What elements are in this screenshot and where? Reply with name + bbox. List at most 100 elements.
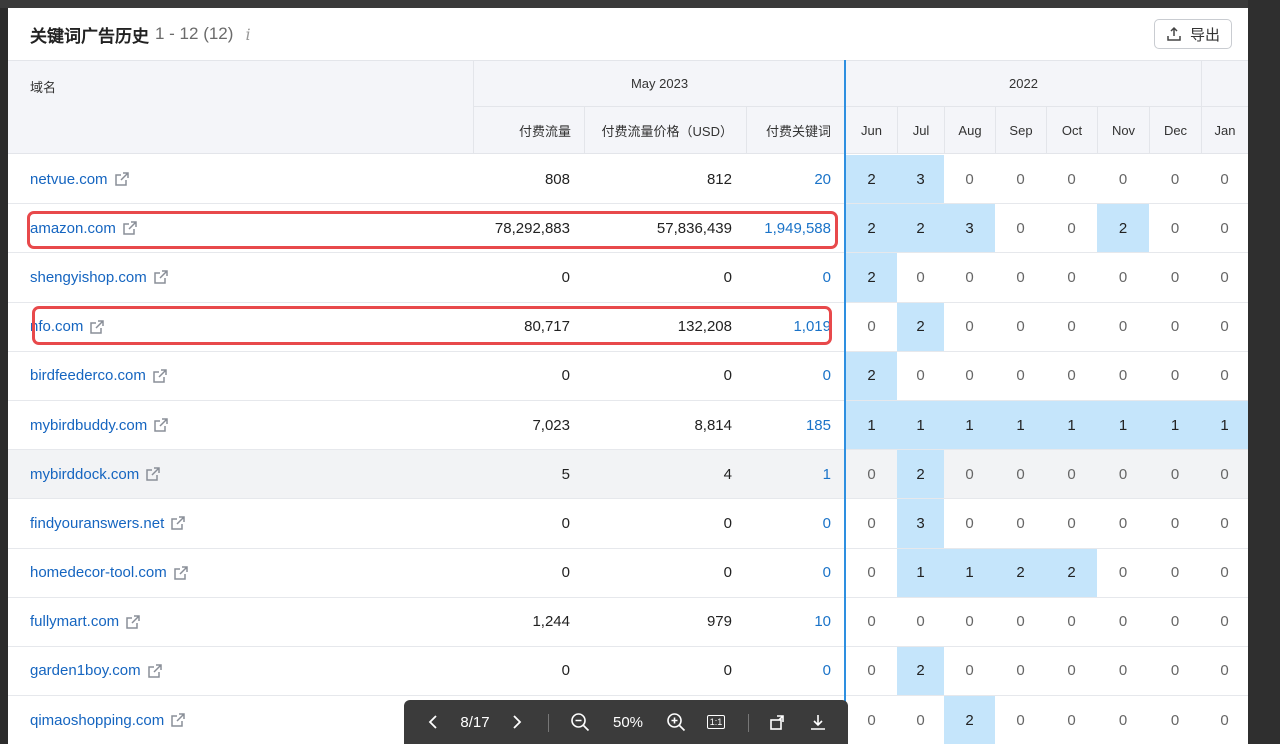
month-ad-count: 0: [1118, 367, 1128, 385]
table-header: 域名 May 2023 2022 付费流量 付费流量价格（USD） 付费关键词 …: [8, 60, 1248, 154]
col-month[interactable]: Oct: [1046, 107, 1097, 154]
paid-traffic-cost-value: 0: [723, 564, 732, 582]
domain-link[interactable]: fullymart.com: [30, 598, 141, 646]
month-ad-count: 2: [846, 253, 897, 302]
paid-keywords-link[interactable]: 20: [746, 155, 844, 203]
month-ad-count: 1: [846, 400, 897, 450]
paid-keywords-link[interactable]: 1,019: [746, 303, 844, 351]
external-link-icon[interactable]: [122, 220, 138, 236]
external-link-icon[interactable]: [173, 565, 189, 581]
col-month[interactable]: Dec: [1149, 107, 1201, 154]
paid-traffic-value: 5: [561, 465, 570, 483]
download-button[interactable]: [806, 700, 830, 744]
external-link-icon[interactable]: [89, 319, 105, 335]
domain-link[interactable]: shengyishop.com: [30, 253, 169, 301]
paid-keywords-link[interactable]: 0: [746, 253, 844, 301]
paid-keywords-link[interactable]: 10: [746, 598, 844, 646]
group-header-next: [1202, 61, 1248, 107]
paid-keywords-link[interactable]: 185: [746, 401, 844, 449]
info-icon[interactable]: i: [245, 25, 250, 44]
month-ad-count: 0: [1170, 318, 1180, 336]
month-ad-count: 0: [867, 662, 876, 680]
domain-link[interactable]: garden1boy.com: [30, 647, 163, 695]
background-app-strip: [0, 0, 1280, 8]
zoom-out-button[interactable]: [568, 700, 592, 744]
upload-icon: [1167, 26, 1181, 41]
external-link-icon[interactable]: [152, 368, 168, 384]
month-ad-count: 0: [1067, 613, 1076, 631]
col-month[interactable]: Jun: [846, 107, 897, 154]
paid-keywords-link[interactable]: 1,949,588: [746, 204, 844, 252]
month-ad-count: 0: [867, 514, 876, 532]
external-link-icon[interactable]: [170, 712, 186, 728]
table-row[interactable]: garden1boy.com 0 0 0 0 2 0 0 0 0 0 0: [8, 646, 1248, 697]
paid-keywords-link[interactable]: 0: [746, 549, 844, 597]
month-ad-count: 0: [1067, 268, 1076, 286]
domain-link[interactable]: nfo.com: [30, 303, 105, 351]
external-link-icon[interactable]: [153, 417, 169, 433]
domain-link[interactable]: qimaoshopping.com: [30, 696, 186, 744]
table-row[interactable]: nfo.com 80,717 132,208 1,019 0 2 0 0 0 0 0 0: [8, 302, 1248, 352]
table-row[interactable]: amazon.com 78,292,883 57,836,439 1,949,588 2…: [8, 204, 1248, 254]
domain-link[interactable]: mybirddock.com: [30, 450, 161, 498]
col-paid-traffic-cost[interactable]: 付费流量价格（USD）: [584, 107, 746, 154]
month-ad-count: 2: [1046, 548, 1097, 597]
col-domain[interactable]: 域名: [30, 77, 56, 96]
domain-link[interactable]: homedecor-tool.com: [30, 549, 189, 597]
domain-link[interactable]: birdfeederco.com: [30, 352, 168, 400]
month-ad-count: 0: [1067, 318, 1076, 336]
col-month[interactable]: Jul: [897, 107, 944, 154]
col-paid-keywords[interactable]: 付费关键词: [746, 107, 844, 154]
paid-traffic-cost-value: 812: [706, 170, 732, 188]
external-link-icon[interactable]: [125, 614, 141, 630]
external-link-icon[interactable]: [147, 663, 163, 679]
next-page-button[interactable]: [506, 700, 528, 744]
external-link-icon[interactable]: [114, 171, 130, 187]
toolbar-separator: [548, 714, 549, 732]
external-link-icon[interactable]: [145, 466, 161, 482]
domain-link[interactable]: netvue.com: [30, 155, 130, 203]
table-row[interactable]: mybirddock.com 5 4 1 0 2 0 0 0 0 0 0: [8, 450, 1248, 500]
month-ad-count: 2: [1097, 204, 1149, 253]
domain-link[interactable]: amazon.com: [30, 204, 138, 252]
zoom-in-button[interactable]: [664, 700, 688, 744]
paid-keywords-link[interactable]: 1: [746, 450, 844, 498]
domain-link[interactable]: mybirdbuddy.com: [30, 401, 169, 449]
month-ad-count: 0: [1016, 367, 1025, 385]
table-row[interactable]: shengyishop.com 0 0 0 2 0 0 0 0 0 0 0: [8, 253, 1248, 303]
month-ad-count: 0: [1118, 268, 1128, 286]
month-ad-count: 0: [1067, 367, 1076, 385]
actual-size-button[interactable]: 1:1: [704, 700, 728, 744]
table-row[interactable]: fullymart.com 1,244 979 10 0 0 0 0 0 0 0 0: [8, 598, 1248, 647]
month-ad-count: 0: [1170, 170, 1180, 188]
month-ad-count: 0: [965, 514, 974, 532]
paid-traffic-value: 0: [561, 564, 570, 582]
table-row[interactable]: homedecor-tool.com 0 0 0 0 1 1 2 2 0 0 0: [8, 548, 1248, 598]
paid-keywords-link[interactable]: 0: [746, 499, 844, 547]
col-month[interactable]: Nov: [1097, 107, 1149, 154]
col-month[interactable]: Jan: [1201, 107, 1248, 154]
paid-keywords-link[interactable]: 0: [746, 352, 844, 400]
prev-page-button[interactable]: [422, 700, 444, 744]
month-ad-count: 1: [1046, 400, 1097, 450]
month-ad-count: 0: [1118, 711, 1128, 729]
month-ad-count: 0: [1067, 514, 1076, 532]
table-row[interactable]: netvue.com 808 812 20 2 3 0 0 0 0 0 0: [8, 155, 1248, 205]
col-month[interactable]: Aug: [944, 107, 995, 154]
col-month[interactable]: Sep: [995, 107, 1046, 154]
external-link-icon[interactable]: [153, 269, 169, 285]
month-ad-count: 0: [1170, 613, 1180, 631]
export-button[interactable]: 导出: [1154, 19, 1232, 49]
month-ad-count: 1: [897, 400, 944, 450]
external-link-icon[interactable]: [170, 515, 186, 531]
domain-text: birdfeederco.com: [30, 367, 146, 385]
table-row[interactable]: birdfeederco.com 0 0 0 2 0 0 0 0 0 0 0: [8, 351, 1248, 401]
table-row[interactable]: findyouranswers.net 0 0 0 0 3 0 0 0 0 0 0: [8, 499, 1248, 549]
month-ad-count: 0: [1118, 465, 1128, 483]
paid-traffic-cost-value: 4: [723, 465, 732, 483]
rotate-button[interactable]: [766, 700, 790, 744]
table-row[interactable]: mybirdbuddy.com 7,023 8,814 185 1 1 1 1 1 1 1 1: [8, 400, 1248, 451]
paid-keywords-link[interactable]: 0: [746, 647, 844, 695]
col-paid-traffic[interactable]: 付费流量: [473, 107, 584, 154]
domain-link[interactable]: findyouranswers.net: [30, 499, 186, 547]
